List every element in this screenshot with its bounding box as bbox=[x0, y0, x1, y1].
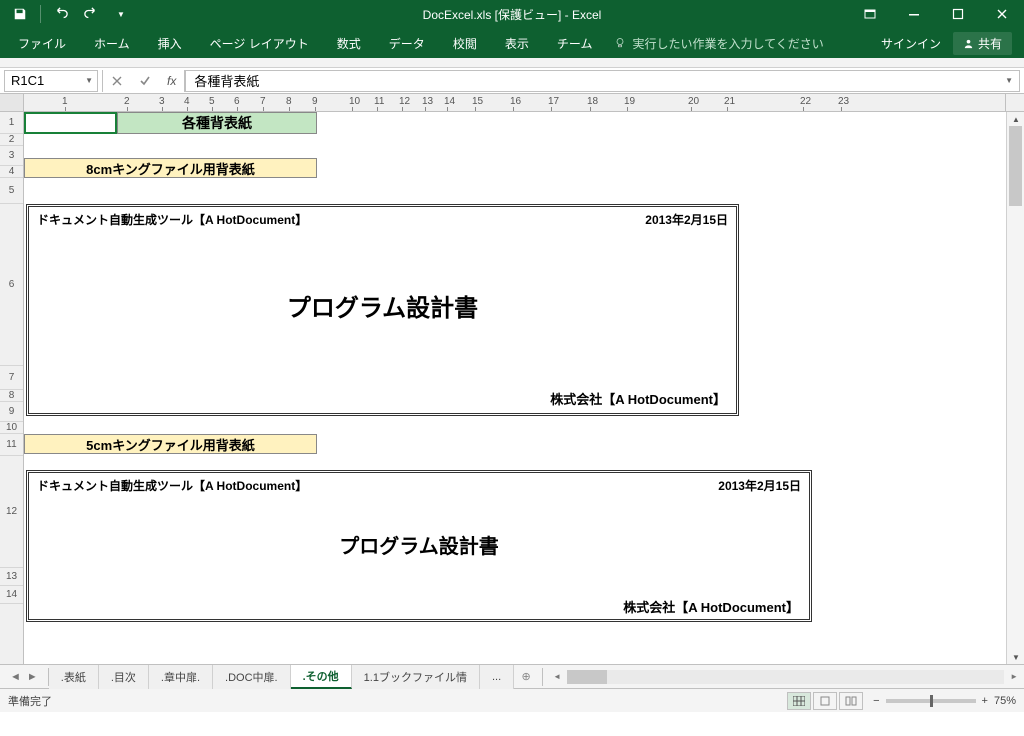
zoom-in-button[interactable]: + bbox=[982, 695, 988, 707]
zoom-level[interactable]: 75% bbox=[994, 695, 1016, 707]
doc-date: 2013年2月15日 bbox=[718, 477, 801, 494]
worksheet-grid[interactable]: 各種背表紙 8cmキングファイル用背表紙 ドキュメント自動生成ツール【A Hot… bbox=[24, 112, 1006, 664]
row-header[interactable]: 3 bbox=[0, 146, 23, 166]
doc-company: 株式会社【A HotDocument】 bbox=[29, 387, 736, 412]
row-header[interactable]: 7 bbox=[0, 366, 23, 390]
save-button[interactable] bbox=[6, 2, 34, 26]
enter-formula-button[interactable] bbox=[131, 70, 159, 92]
window-title: DocExcel.xls [保護ビュー] - Excel bbox=[423, 6, 602, 23]
view-page-break-button[interactable] bbox=[839, 692, 863, 710]
tell-me-search[interactable]: 実行したい作業を入力してください bbox=[614, 35, 823, 52]
maximize-button[interactable] bbox=[936, 0, 980, 28]
share-button[interactable]: 共有 bbox=[953, 32, 1012, 55]
fx-button[interactable]: fx bbox=[159, 74, 184, 88]
ribbon-tabs: ファイル ホーム 挿入 ページ レイアウト 数式 データ 校閲 表示 チーム 実… bbox=[0, 28, 1024, 58]
row-header[interactable]: 4 bbox=[0, 166, 23, 178]
doc-company: 株式会社【A HotDocument】 bbox=[29, 595, 809, 620]
redo-button[interactable] bbox=[77, 2, 105, 26]
person-icon bbox=[963, 38, 974, 49]
sheet-tab[interactable]: .章中扉. bbox=[149, 665, 213, 689]
scroll-up-arrow[interactable]: ▲ bbox=[1007, 112, 1024, 126]
scroll-thumb[interactable] bbox=[567, 670, 607, 684]
vertical-scrollbar[interactable]: ▲ ▼ bbox=[1006, 112, 1024, 664]
tab-team[interactable]: チーム bbox=[543, 28, 607, 58]
row-header[interactable]: 6 bbox=[0, 204, 23, 366]
ribbon-display-options-button[interactable] bbox=[848, 0, 892, 28]
lightbulb-icon bbox=[614, 37, 626, 49]
minimize-button[interactable] bbox=[892, 0, 936, 28]
sheet-tab[interactable]: ... bbox=[480, 665, 514, 689]
tab-view[interactable]: 表示 bbox=[491, 28, 543, 58]
row-header[interactable]: 2 bbox=[0, 134, 23, 146]
formula-bar: R1C1 ▼ fx 各種背表紙 ▼ bbox=[0, 68, 1024, 94]
chevron-down-icon: ▼ bbox=[1005, 76, 1013, 85]
row-header[interactable]: 14 bbox=[0, 586, 23, 604]
sheet-nav-prev[interactable]: ◄ bbox=[10, 671, 21, 683]
scroll-down-arrow[interactable]: ▼ bbox=[1007, 650, 1024, 664]
doc-box-5cm[interactable]: ドキュメント自動生成ツール【A HotDocument】 2013年2月15日 … bbox=[26, 470, 812, 622]
row-header[interactable]: 1 bbox=[0, 112, 23, 134]
status-bar: 準備完了 − + 75% bbox=[0, 688, 1024, 712]
doc-main-title: プログラム設計書 bbox=[29, 530, 809, 559]
subheader-5cm[interactable]: 5cmキングファイル用背表紙 bbox=[24, 434, 317, 454]
row-header[interactable]: 11 bbox=[0, 434, 23, 456]
row-headers[interactable]: 1234567891011121314 bbox=[0, 112, 24, 664]
signin-link[interactable]: サインイン bbox=[881, 35, 941, 52]
cancel-formula-button[interactable] bbox=[103, 70, 131, 92]
tab-home[interactable]: ホーム bbox=[80, 28, 144, 58]
row-header[interactable]: 5 bbox=[0, 178, 23, 204]
tab-page-layout[interactable]: ページ レイアウト bbox=[196, 28, 323, 58]
view-page-layout-button[interactable] bbox=[813, 692, 837, 710]
doc-main-title: プログラム設計書 bbox=[29, 288, 736, 323]
column-ruler: 1234567891011121314151617181920212223 bbox=[0, 94, 1024, 112]
active-cell-outline bbox=[24, 112, 117, 134]
close-button[interactable] bbox=[980, 0, 1024, 28]
doc-tool-label: ドキュメント自動生成ツール【A HotDocument】 bbox=[37, 211, 307, 228]
zoom-slider[interactable] bbox=[886, 699, 976, 703]
doc-tool-label: ドキュメント自動生成ツール【A HotDocument】 bbox=[37, 477, 307, 494]
tab-data[interactable]: データ bbox=[375, 28, 439, 58]
horizontal-scrollbar[interactable]: ◄ ► bbox=[553, 670, 1018, 684]
sheet-tab[interactable]: .表紙 bbox=[49, 665, 99, 689]
sheet-tab[interactable]: 1.1ブックファイル情 bbox=[352, 665, 480, 689]
status-ready: 準備完了 bbox=[8, 693, 52, 709]
sheet-nav-next[interactable]: ► bbox=[27, 671, 38, 683]
doc-date: 2013年2月15日 bbox=[645, 211, 728, 228]
tab-file[interactable]: ファイル bbox=[4, 28, 80, 58]
tab-insert[interactable]: 挿入 bbox=[144, 28, 196, 58]
row-header[interactable]: 8 bbox=[0, 390, 23, 402]
scroll-left-arrow[interactable]: ◄ bbox=[553, 672, 561, 681]
tab-formulas[interactable]: 数式 bbox=[323, 28, 375, 58]
undo-button[interactable] bbox=[47, 2, 75, 26]
add-sheet-button[interactable]: ⊕ bbox=[514, 670, 538, 683]
sheet-tab[interactable]: .その他 bbox=[291, 665, 352, 689]
tab-review[interactable]: 校閲 bbox=[439, 28, 491, 58]
title-bar: ▼ DocExcel.xls [保護ビュー] - Excel bbox=[0, 0, 1024, 28]
select-all-corner[interactable] bbox=[0, 94, 24, 111]
doc-box-8cm[interactable]: ドキュメント自動生成ツール【A HotDocument】 2013年2月15日 … bbox=[26, 204, 739, 416]
subheader-8cm[interactable]: 8cmキングファイル用背表紙 bbox=[24, 158, 317, 178]
name-box[interactable]: R1C1 ▼ bbox=[4, 70, 98, 92]
ribbon-collapsed-strip bbox=[0, 58, 1024, 68]
row-header[interactable]: 10 bbox=[0, 422, 23, 434]
row-header[interactable]: 13 bbox=[0, 568, 23, 586]
formula-input[interactable]: 各種背表紙 ▼ bbox=[185, 70, 1020, 92]
zoom-out-button[interactable]: − bbox=[873, 695, 879, 707]
sheet-tab[interactable]: .DOC中扉. bbox=[213, 665, 291, 689]
quick-access-toolbar: ▼ bbox=[0, 2, 135, 26]
view-normal-button[interactable] bbox=[787, 692, 811, 710]
qat-customize-dropdown[interactable]: ▼ bbox=[107, 2, 135, 26]
chevron-down-icon: ▼ bbox=[85, 76, 93, 85]
ruler-ticks[interactable]: 1234567891011121314151617181920212223 bbox=[24, 94, 1006, 111]
sheet-tab-bar: ◄ ► .表紙.目次.章中扉..DOC中扉..その他1.1ブックファイル情...… bbox=[0, 664, 1024, 688]
row-header[interactable]: 12 bbox=[0, 456, 23, 568]
title-cell[interactable]: 各種背表紙 bbox=[117, 112, 317, 134]
scroll-right-arrow[interactable]: ► bbox=[1010, 672, 1018, 681]
sheet-tab[interactable]: .目次 bbox=[99, 665, 149, 689]
row-header[interactable]: 9 bbox=[0, 402, 23, 422]
scroll-thumb[interactable] bbox=[1009, 126, 1022, 206]
